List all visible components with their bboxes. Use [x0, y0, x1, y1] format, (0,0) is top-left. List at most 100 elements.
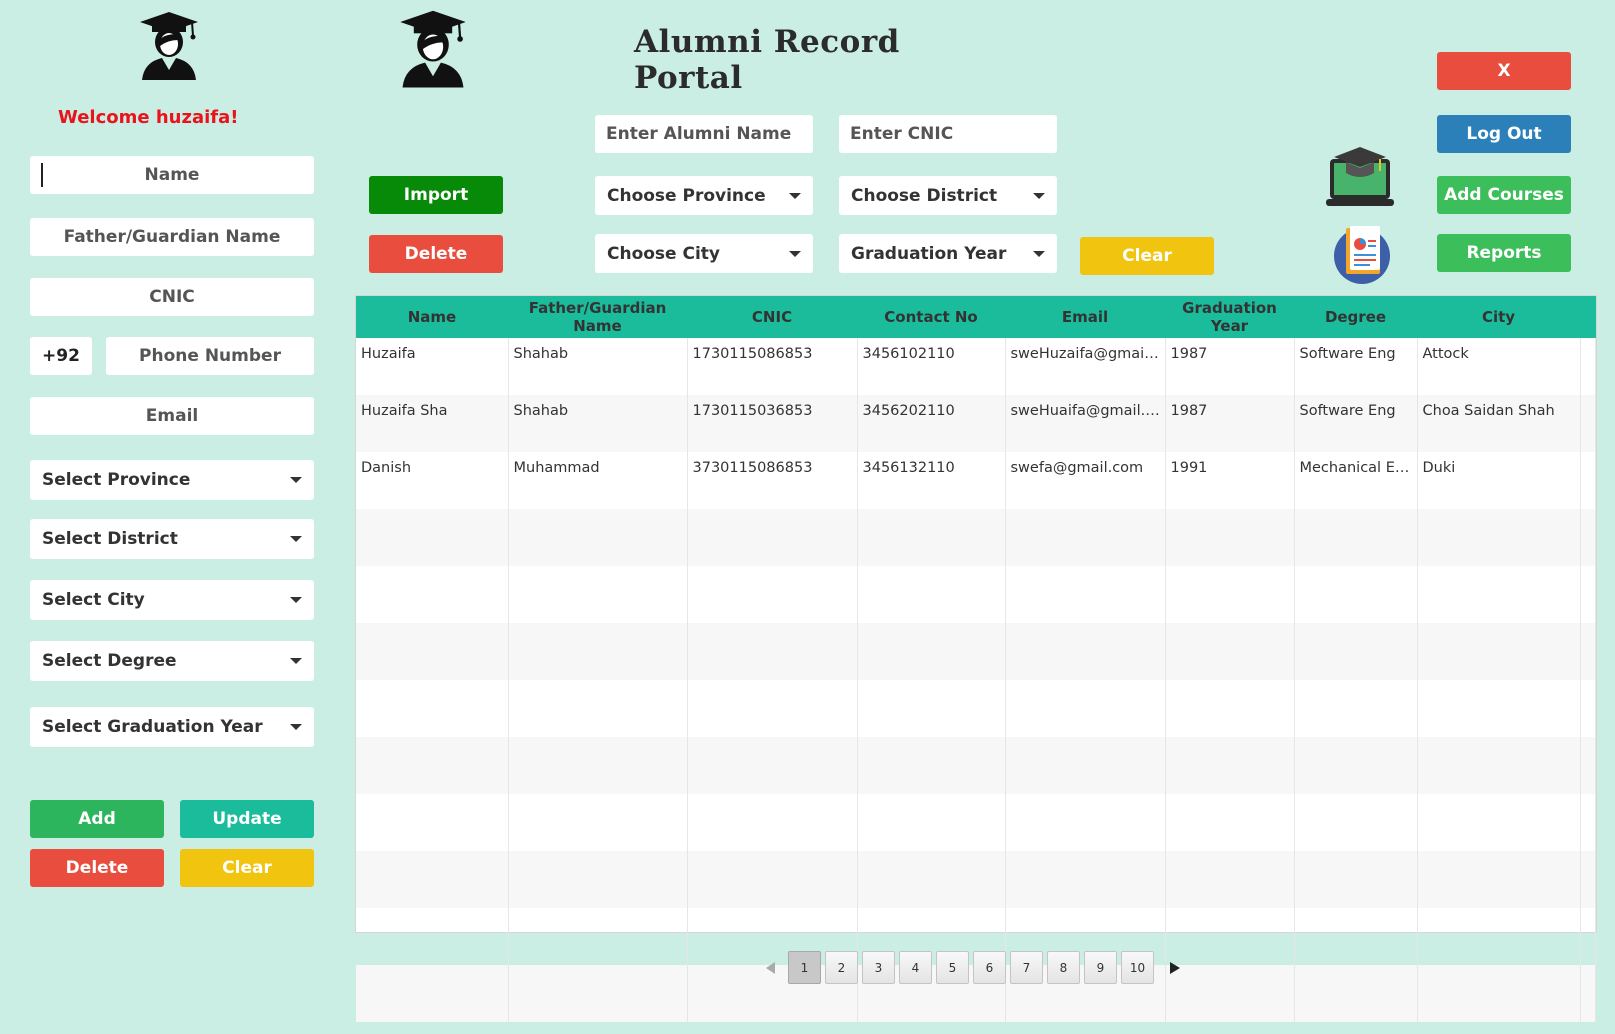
- page-button[interactable]: 3: [862, 951, 895, 984]
- column-header[interactable]: Contact No: [857, 296, 1005, 338]
- search-name-input[interactable]: Enter Alumni Name: [595, 115, 813, 153]
- degree-select[interactable]: Select Degree: [30, 641, 314, 681]
- cnic-field[interactable]: CNIC: [30, 278, 314, 316]
- city-select-value: Select City: [42, 590, 145, 610]
- table-cell: 1991: [1165, 452, 1295, 509]
- table-cell: [508, 851, 688, 908]
- delete-button[interactable]: Delete: [30, 849, 164, 887]
- table-cell: [1165, 908, 1295, 965]
- province-select[interactable]: Select Province: [30, 460, 314, 500]
- table-cell: Muhammad: [508, 452, 688, 509]
- table-row[interactable]: Huzaifa Shahab 1730115086853 3456102110 sweH…: [356, 338, 1596, 395]
- column-header[interactable]: Graduation Year: [1165, 296, 1294, 338]
- phone-number-field[interactable]: Phone Number: [106, 337, 314, 375]
- laptop-graduation-cap-icon[interactable]: [1324, 143, 1396, 215]
- email-field[interactable]: Email: [30, 397, 314, 435]
- page-button[interactable]: 1: [788, 951, 821, 984]
- table-cell: [1165, 737, 1295, 794]
- table-cell: sweHuaifa@gmail.com: [1005, 395, 1166, 452]
- table-row[interactable]: Danish Muhammad 3730115086853 3456132110 swe…: [356, 452, 1596, 509]
- table-cell: [1294, 509, 1418, 566]
- empty-table-row[interactable]: [356, 851, 1596, 908]
- previous-page-icon[interactable]: [766, 961, 775, 974]
- table-cell: [356, 623, 509, 680]
- graduation-year-select[interactable]: Select Graduation Year: [30, 707, 314, 747]
- table-cell: [1165, 794, 1295, 851]
- page-button[interactable]: 6: [973, 951, 1006, 984]
- phone-code-field[interactable]: +92: [30, 337, 92, 375]
- column-header[interactable]: Degree: [1294, 296, 1417, 338]
- table-cell: [508, 509, 688, 566]
- search-cnic-input[interactable]: Enter CNIC: [839, 115, 1057, 153]
- delete-selected-button[interactable]: Delete: [369, 235, 503, 273]
- table-cell: [687, 509, 858, 566]
- table-row[interactable]: Huzaifa Sha Shahab 1730115036853 3456202110…: [356, 395, 1596, 452]
- column-header[interactable]: Name: [356, 296, 508, 338]
- import-button[interactable]: Import: [369, 176, 503, 214]
- table-cell: [508, 623, 688, 680]
- table-cell: [356, 737, 509, 794]
- table-body: Huzaifa Shahab 1730115086853 3456102110 sweH…: [356, 338, 1596, 1022]
- filter-province-select[interactable]: Choose Province: [595, 176, 813, 215]
- logout-button[interactable]: Log Out: [1437, 115, 1571, 153]
- empty-table-row[interactable]: [356, 680, 1596, 737]
- filter-city-select[interactable]: Choose City: [595, 234, 813, 273]
- reports-button[interactable]: Reports: [1437, 234, 1571, 272]
- table-cell: [857, 851, 1006, 908]
- table-cell: [1165, 851, 1295, 908]
- empty-table-row[interactable]: [356, 509, 1596, 566]
- table-cell: [1294, 908, 1418, 965]
- filter-district-select[interactable]: Choose District: [839, 176, 1057, 215]
- name-field[interactable]: Name: [30, 156, 314, 194]
- column-header[interactable]: CNIC: [687, 296, 857, 338]
- table-cell: [857, 680, 1006, 737]
- table-cell: Software Eng: [1294, 338, 1418, 395]
- update-button[interactable]: Update: [180, 800, 314, 838]
- empty-table-row[interactable]: [356, 794, 1596, 851]
- table-cell: [508, 680, 688, 737]
- page-button[interactable]: 9: [1084, 951, 1117, 984]
- table-cell: sweHuzaifa@gmail.com: [1005, 338, 1166, 395]
- table-cell: [356, 566, 509, 623]
- page-button[interactable]: 7: [1010, 951, 1043, 984]
- column-header[interactable]: Father/Guardian Name: [508, 296, 687, 338]
- district-select[interactable]: Select District: [30, 519, 314, 559]
- filter-clear-button[interactable]: Clear: [1080, 237, 1214, 275]
- empty-table-row[interactable]: [356, 623, 1596, 680]
- add-courses-button[interactable]: Add Courses: [1437, 176, 1571, 214]
- page-button[interactable]: 4: [899, 951, 932, 984]
- table-cell: [1294, 851, 1418, 908]
- city-select[interactable]: Select City: [30, 580, 314, 620]
- report-document-icon[interactable]: [1332, 224, 1392, 284]
- page-button[interactable]: 8: [1047, 951, 1080, 984]
- table-cell: [857, 509, 1006, 566]
- clear-button[interactable]: Clear: [180, 849, 314, 887]
- table-cell: [1417, 509, 1581, 566]
- page-button[interactable]: 10: [1121, 951, 1154, 984]
- add-button[interactable]: Add: [30, 800, 164, 838]
- filter-graduation-year-select[interactable]: Graduation Year: [839, 234, 1057, 273]
- table-cell: Software Eng: [1294, 395, 1418, 452]
- page-button[interactable]: 2: [825, 951, 858, 984]
- column-header[interactable]: City: [1417, 296, 1580, 338]
- next-page-icon[interactable]: [1170, 961, 1180, 974]
- table-cell: [1165, 566, 1295, 623]
- table-cell: [1165, 509, 1295, 566]
- table-cell: [508, 566, 688, 623]
- table-cell: [687, 737, 858, 794]
- pagination: 1 2 3 4 5 6 7 8 9 10: [766, 950, 1180, 985]
- empty-table-row[interactable]: [356, 566, 1596, 623]
- close-button[interactable]: X: [1437, 52, 1571, 90]
- page-button[interactable]: 5: [936, 951, 969, 984]
- chevron-down-icon: [290, 536, 302, 542]
- chevron-down-icon: [789, 192, 801, 199]
- table-cell: [1580, 737, 1596, 794]
- table-cell: [508, 794, 688, 851]
- table-cell: [1294, 737, 1418, 794]
- degree-select-value: Select Degree: [42, 651, 177, 671]
- father-name-field[interactable]: Father/Guardian Name: [30, 218, 314, 256]
- column-header[interactable]: Email: [1005, 296, 1165, 338]
- table-cell: [1165, 680, 1295, 737]
- empty-table-row[interactable]: [356, 737, 1596, 794]
- table-cell: [508, 737, 688, 794]
